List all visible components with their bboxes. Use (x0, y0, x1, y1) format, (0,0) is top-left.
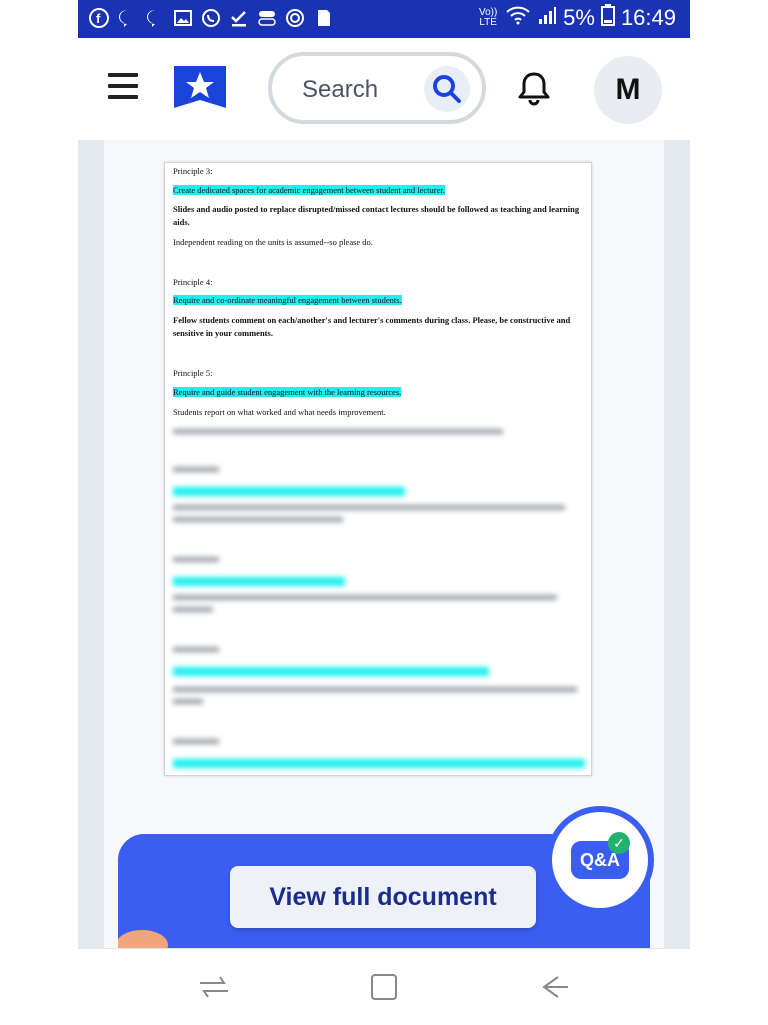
doc-highlighted-paragraph: Create dedicated spaces for academic eng… (173, 185, 445, 195)
facebook-icon: f (88, 7, 110, 29)
doc-bold-paragraph: Fellow students comment on each/another'… (173, 315, 571, 338)
doc-paragraph: Students report on what worked and what … (173, 407, 386, 417)
doc-bold-paragraph: Slides and audio posted to replace disru… (173, 204, 580, 227)
search-icon (433, 75, 461, 103)
hamburger-menu-icon[interactable] (108, 72, 140, 100)
doc-highlighted-paragraph: Require and co-ordinate meaningful engag… (173, 295, 402, 305)
qa-button[interactable]: Q&A (552, 812, 648, 908)
toggle-icon (256, 7, 278, 29)
search-input[interactable]: Search (302, 76, 378, 104)
check-badge-icon: ✓ (608, 832, 630, 854)
doc-paragraph: Principle 3: (173, 166, 213, 176)
brand-logo[interactable] (172, 62, 228, 112)
doc-paragraph: Independent reading on the units is assu… (173, 237, 373, 247)
system-navigation-bar (78, 948, 690, 1025)
recent-apps-icon[interactable] (196, 969, 232, 1005)
notification-icons: f (88, 7, 334, 29)
system-status: Vo)) LTE 5% 16:49 (477, 4, 676, 32)
battery-icon (600, 4, 615, 32)
document-page: Principle 3: Create dedicated spaces for… (164, 162, 592, 776)
back-icon[interactable] (536, 969, 572, 1005)
home-icon[interactable] (366, 969, 402, 1005)
camera-lens-icon (284, 7, 306, 29)
sd-card-icon (312, 7, 334, 29)
decorative-shape (118, 930, 168, 948)
doc-paragraph: Principle 4: (173, 277, 213, 287)
signal-icon (537, 5, 557, 31)
left-margin (0, 0, 78, 1024)
search-bar[interactable]: Search (268, 52, 486, 124)
notifications-bell-icon[interactable] (516, 70, 552, 106)
view-full-document-button[interactable]: View full document (230, 866, 536, 928)
download-done-icon (228, 7, 250, 29)
status-bar: f Vo)) LTE 5% 16:49 (78, 0, 690, 38)
search-button[interactable] (424, 66, 470, 112)
messenger-icon (144, 7, 166, 29)
phone-screen: f Vo)) LTE 5% 16:49 Search M Principle 3… (78, 0, 690, 1025)
network-type-label: Vo)) LTE (478, 7, 498, 28)
clock: 16:49 (620, 5, 676, 30)
image-icon (172, 7, 194, 29)
doc-highlighted-paragraph: Require and guide student engagement wit… (173, 387, 402, 397)
blurred-content (173, 425, 585, 775)
user-avatar[interactable]: M (594, 56, 662, 124)
battery-percent: 5% (563, 5, 595, 30)
messenger-icon (116, 7, 138, 29)
doc-paragraph: Principle 5: (173, 368, 213, 378)
app-header: Search M (78, 38, 690, 138)
right-margin (690, 0, 768, 1024)
wifi-icon (505, 5, 531, 31)
svg-text:f: f (96, 11, 101, 26)
whatsapp-icon (200, 7, 222, 29)
